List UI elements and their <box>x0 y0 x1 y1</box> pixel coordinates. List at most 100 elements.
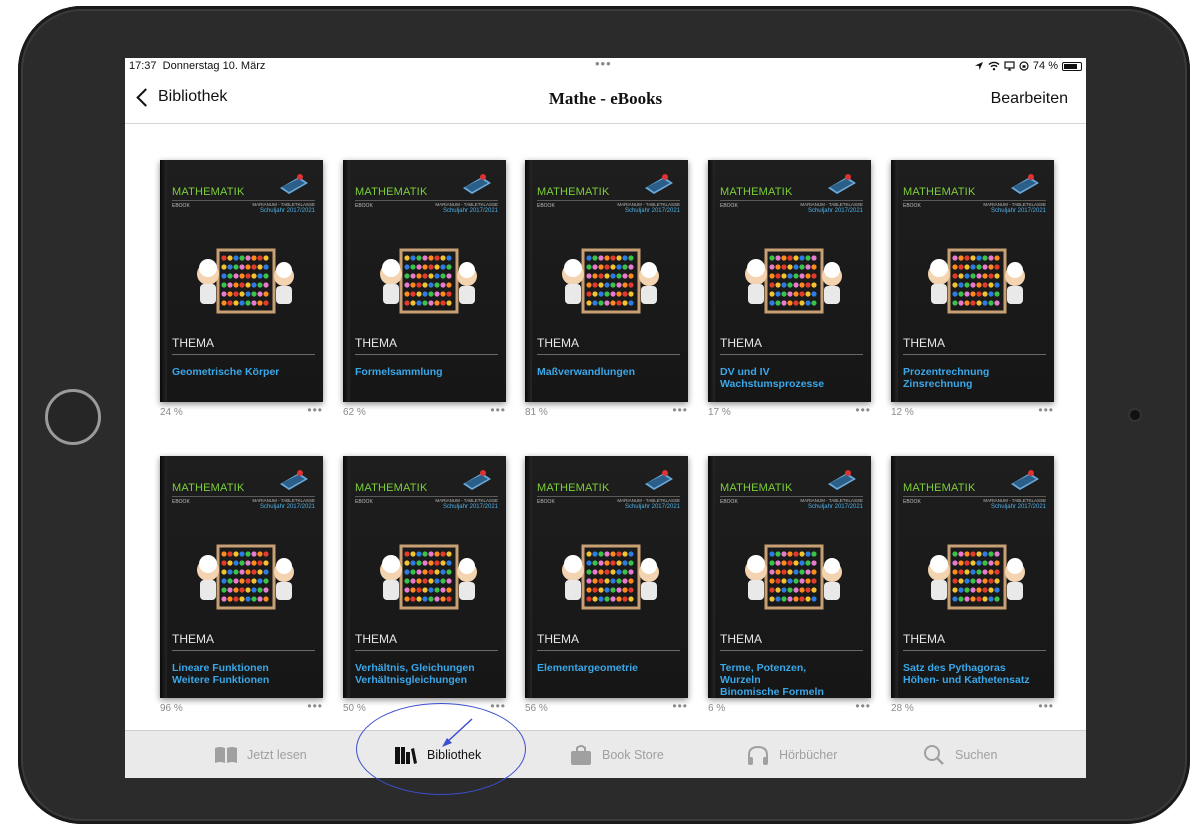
status-time: 17:37 Donnerstag 10. März <box>129 60 265 72</box>
cover-divider <box>537 200 680 201</box>
cover-divider <box>720 200 863 201</box>
more-options-button[interactable]: ••• <box>672 403 688 417</box>
tab-suchen[interactable]: Suchen <box>921 743 997 767</box>
cover-thema: THEMA <box>720 632 762 646</box>
book-item[interactable]: MATHEMATIK EBOOK MARIANUM - TABLETKLASSE… <box>708 456 871 726</box>
book-item[interactable]: MATHEMATIK EBOOK MARIANUM - TABLETKLASSE… <box>160 456 323 726</box>
cover-thema: THEMA <box>172 336 214 350</box>
cover-ebook-label: EBOOK <box>355 203 373 209</box>
orientation-lock-icon <box>1019 61 1029 71</box>
book-cover[interactable]: MATHEMATIK EBOOK MARIANUM - TABLETKLASSE… <box>343 456 506 698</box>
cover-divider <box>172 496 315 497</box>
more-options-button[interactable]: ••• <box>855 699 871 713</box>
multitasking-dots[interactable]: ••• <box>595 58 612 71</box>
reading-progress: 28 % <box>891 703 914 714</box>
abacus-illustration <box>562 544 659 610</box>
cover-class-label: MARIANUM - TABLETKLASSE <box>252 498 315 503</box>
abacus-illustration <box>928 248 1025 314</box>
cover-year-label: Schuljahr 2017/2021 <box>990 208 1046 214</box>
cover-divider <box>355 496 498 497</box>
cover-divider <box>720 354 863 355</box>
cover-subject: MATHEMATIK <box>903 482 976 494</box>
tab-label: Hörbücher <box>779 748 838 762</box>
book-cover[interactable]: MATHEMATIK EBOOK MARIANUM - TABLETKLASSE… <box>160 456 323 698</box>
abacus-illustration <box>197 248 294 314</box>
reading-progress: 6 % <box>708 703 726 714</box>
more-options-button[interactable]: ••• <box>490 699 506 713</box>
cover-subject: MATHEMATIK <box>720 482 793 494</box>
tablet-logo-icon <box>280 470 308 490</box>
abacus-illustration <box>380 248 477 314</box>
book-item[interactable]: MATHEMATIK EBOOK MARIANUM - TABLETKLASSE… <box>525 456 688 726</box>
abacus-illustration <box>197 544 294 610</box>
tab-label: Suchen <box>955 748 998 762</box>
book-item[interactable]: MATHEMATIK EBOOK MARIANUM - TABLETKLASSE… <box>891 160 1054 430</box>
tablet-logo-icon <box>1011 470 1039 490</box>
battery-icon <box>1062 61 1082 71</box>
abacus-illustration <box>745 544 842 610</box>
cover-ebook-label: EBOOK <box>172 499 190 505</box>
page-title: Mathe - eBooks <box>548 89 663 108</box>
more-options-button[interactable]: ••• <box>672 699 688 713</box>
more-options-button[interactable]: ••• <box>490 403 506 417</box>
book-item[interactable]: MATHEMATIK EBOOK MARIANUM - TABLETKLASSE… <box>525 160 688 430</box>
book-cover[interactable]: MATHEMATIK EBOOK MARIANUM - TABLETKLASSE… <box>525 456 688 698</box>
cover-class-label: MARIANUM - TABLETKLASSE <box>800 498 863 503</box>
cover-ebook-label: EBOOK <box>720 203 738 209</box>
more-options-button[interactable]: ••• <box>307 403 323 417</box>
book-spine <box>891 160 898 402</box>
book-title: Maßverwandlungen <box>537 366 636 378</box>
cover-year-label: Schuljahr 2017/2021 <box>442 504 498 510</box>
book-item[interactable]: MATHEMATIK EBOOK MARIANUM - TABLETKLASSE… <box>708 160 871 430</box>
tab-book-store[interactable]: Book Store <box>568 743 664 767</box>
abacus-illustration <box>562 248 659 314</box>
cover-ebook-label: EBOOK <box>720 499 738 505</box>
cover-divider <box>903 354 1046 355</box>
book-spine <box>525 456 532 698</box>
cover-divider <box>903 200 1046 201</box>
cover-class-label: MARIANUM - TABLETKLASSE <box>435 202 498 207</box>
cover-year-label: Schuljahr 2017/2021 <box>624 504 680 510</box>
cover-thema: THEMA <box>903 632 945 646</box>
tab-hoerbuecher[interactable]: Hörbücher <box>745 743 837 767</box>
more-options-button[interactable]: ••• <box>1038 699 1054 713</box>
more-options-button[interactable]: ••• <box>855 403 871 417</box>
book-item[interactable]: MATHEMATIK EBOOK MARIANUM - TABLETKLASSE… <box>160 160 323 430</box>
more-options-button[interactable]: ••• <box>1038 403 1054 417</box>
abacus-illustration <box>380 544 477 610</box>
reading-progress: 96 % <box>160 703 183 714</box>
book-item[interactable]: MATHEMATIK EBOOK MARIANUM - TABLETKLASSE… <box>891 456 1054 726</box>
wifi-icon <box>988 61 1000 71</box>
reading-progress: 17 % <box>708 407 731 418</box>
abacus-illustration <box>745 248 842 314</box>
book-item[interactable]: MATHEMATIK EBOOK MARIANUM - TABLETKLASSE… <box>343 456 506 726</box>
book-cover[interactable]: MATHEMATIK EBOOK MARIANUM - TABLETKLASSE… <box>160 160 323 402</box>
book-item[interactable]: MATHEMATIK EBOOK MARIANUM - TABLETKLASSE… <box>343 160 506 430</box>
search-icon <box>924 745 944 765</box>
book-footer: 96 % ••• <box>160 699 323 717</box>
status-clock: 17:37 <box>129 60 157 72</box>
cover-divider <box>720 496 863 497</box>
tab-jetzt-lesen[interactable]: Jetzt lesen <box>213 743 307 767</box>
cover-divider <box>172 354 315 355</box>
home-button[interactable] <box>45 389 101 445</box>
reading-progress: 56 % <box>525 703 548 714</box>
book-spine <box>160 456 167 698</box>
book-title: Verhältnis, Gleichungen Verhältnisgleich… <box>355 662 475 686</box>
more-options-button[interactable]: ••• <box>307 699 323 713</box>
cover-thema: THEMA <box>903 336 945 350</box>
cover-year-label: Schuljahr 2017/2021 <box>807 504 863 510</box>
book-cover[interactable]: MATHEMATIK EBOOK MARIANUM - TABLETKLASSE… <box>708 160 871 402</box>
book-footer: 6 % ••• <box>708 699 871 717</box>
front-camera <box>1130 410 1140 420</box>
cover-ebook-label: EBOOK <box>172 203 190 209</box>
book-cover[interactable]: MATHEMATIK EBOOK MARIANUM - TABLETKLASSE… <box>891 456 1054 698</box>
reading-progress: 50 % <box>343 703 366 714</box>
book-cover[interactable]: MATHEMATIK EBOOK MARIANUM - TABLETKLASSE… <box>891 160 1054 402</box>
book-cover[interactable]: MATHEMATIK EBOOK MARIANUM - TABLETKLASSE… <box>708 456 871 698</box>
cover-ebook-label: EBOOK <box>355 499 373 505</box>
book-cover[interactable]: MATHEMATIK EBOOK MARIANUM - TABLETKLASSE… <box>525 160 688 402</box>
cover-divider <box>537 354 680 355</box>
book-cover[interactable]: MATHEMATIK EBOOK MARIANUM - TABLETKLASSE… <box>343 160 506 402</box>
edit-button[interactable]: Bearbeiten <box>991 90 1068 108</box>
